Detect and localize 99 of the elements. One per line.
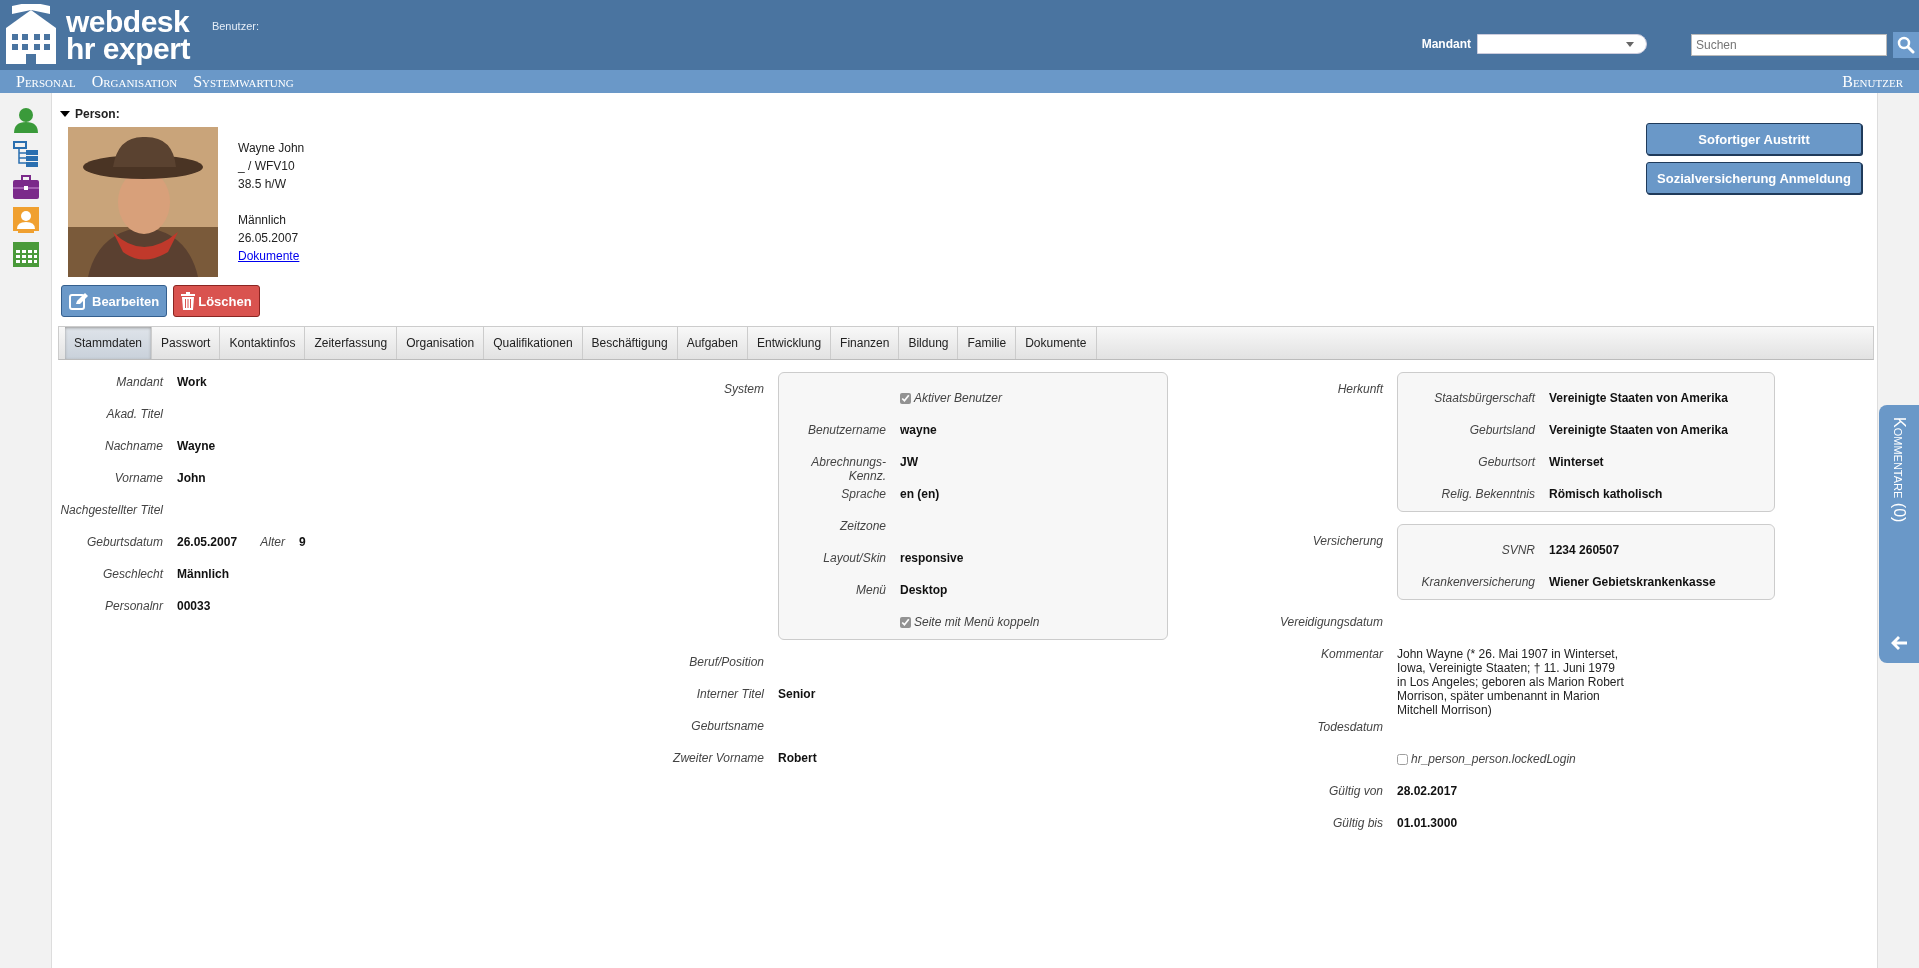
field-value: John <box>177 471 206 485</box>
person-info-text: 26.05.2007 <box>238 230 300 247</box>
field-label: Geburtsland <box>1469 423 1535 437</box>
field-value: Wiener Gebietskrankenkasse <box>1549 575 1716 589</box>
tab[interactable]: Finanzen <box>831 327 900 359</box>
tab[interactable]: Aufgaben <box>677 327 749 359</box>
field-label: Interner Titel <box>696 687 764 701</box>
field-label: Zweiter Vorname <box>673 751 764 765</box>
field-label: Gültig bis <box>1332 816 1383 830</box>
tab[interactable]: Beschäftigung <box>582 327 678 359</box>
field-label: Todesdatum <box>1317 720 1383 734</box>
tab[interactable]: Zeiterfassung <box>305 327 398 359</box>
documents-link[interactable]: Dokumente <box>238 249 300 263</box>
arrow-left-icon <box>1890 635 1908 651</box>
checkbox-label: hr_person_person.lockedLogin <box>1411 752 1576 766</box>
field-label: Benutzername <box>807 423 886 437</box>
field-label: Sprache <box>841 487 886 501</box>
field-label: Geburtsdatum <box>86 535 163 549</box>
briefcase-icon[interactable] <box>12 175 39 199</box>
hierarchy-icon[interactable] <box>12 141 39 167</box>
field-value: 28.02.2017 <box>1397 784 1458 798</box>
field-value: Winterset <box>1549 455 1604 469</box>
expanded-caret-icon[interactable] <box>60 111 70 117</box>
field-label: Gültig von <box>1328 784 1383 798</box>
field-label: Vorname <box>114 471 163 485</box>
field-value: Vereinigte Staaten von Amerika <box>1549 423 1728 437</box>
field-value: responsive <box>900 551 964 565</box>
tab[interactable]: Kontaktinfos <box>220 327 306 359</box>
field-label: Nachgestellter Titel <box>60 503 163 517</box>
field-value: Vereinigte Staaten von Amerika <box>1549 391 1728 405</box>
tab[interactable]: Stammdaten <box>65 327 153 359</box>
field-value: 26.05.2007 <box>177 535 239 549</box>
field-value: Römisch katholisch <box>1549 487 1663 501</box>
field-value: 01.01.3000 <box>1397 816 1458 830</box>
delete-button[interactable]: Löschen <box>173 285 260 317</box>
person-info-text: Wayne John <box>238 140 305 157</box>
tab[interactable]: Dokumente <box>1016 327 1097 359</box>
checkbox[interactable] <box>900 616 911 628</box>
calendar-icon[interactable] <box>12 241 39 267</box>
field-label: Alter <box>259 535 285 549</box>
checkbox-label: Seite mit Menü koppeln <box>914 615 1040 629</box>
field-label: Zeitzone <box>839 519 886 533</box>
search-icon <box>1897 36 1915 54</box>
field-label: Krankenversicherung <box>1421 575 1535 589</box>
person-info-text: Männlich <box>238 212 288 229</box>
logo-text: webdesk <box>66 8 190 35</box>
field-label: Menü <box>855 583 886 597</box>
trash-icon <box>181 292 196 310</box>
pencil-icon <box>69 292 89 310</box>
field-label: Geschlecht <box>102 567 163 581</box>
field-label: Akad. Titel <box>106 407 163 421</box>
checkbox[interactable] <box>900 392 911 404</box>
field-value: Desktop <box>900 583 948 597</box>
group-label: Herkunft <box>1337 382 1383 396</box>
tab[interactable]: Familie <box>958 327 1017 359</box>
comment-text: John Wayne (* 26. Mai 1907 in Winterset, Iowa, Vereinigte Staaten; † 11. Juni 1979 in Los Angeles; geboren als Marion Robert Morrison, später umbenannt in Marion Mitchell Morrison) <box>1397 647 1625 717</box>
field-value: en (en) <box>900 487 940 501</box>
checkbox[interactable] <box>1397 753 1408 765</box>
field-label: Staatsbürgerschaft <box>1434 391 1535 405</box>
field-value: 9 <box>299 535 306 549</box>
field-label: Geburtsname <box>691 719 764 733</box>
field-label: Vereidigungsdatum <box>1280 615 1383 629</box>
field-label: Kommentar <box>1320 647 1383 661</box>
field-label: Beruf/Position <box>689 655 764 669</box>
group-label: Versicherung <box>1312 534 1383 548</box>
search-button[interactable] <box>1893 32 1919 58</box>
group-label: System <box>724 382 764 396</box>
person-info-text: _ / WFV10 <box>238 158 296 175</box>
person-icon[interactable] <box>12 107 39 133</box>
field-label: Personalnr <box>104 599 163 613</box>
field-label: Relig. Bekenntnis <box>1441 487 1535 501</box>
tab[interactable]: Bildung <box>899 327 959 359</box>
user-card-icon[interactable] <box>12 207 39 233</box>
field-value: Senior <box>778 687 816 701</box>
field-label: Layout/Skin <box>823 551 886 565</box>
field-value: 1234 260507 <box>1549 543 1620 557</box>
tab[interactable]: Entwicklung <box>748 327 832 359</box>
person-info-text: 38.5 h/W <box>238 176 288 193</box>
field-value: wayne <box>900 423 937 437</box>
field-value: Männlich <box>177 567 229 581</box>
field-label: SVNR <box>1501 543 1535 557</box>
section-heading: Person: <box>75 107 120 121</box>
search-field[interactable]: Suchen <box>1691 34 1887 56</box>
field-value: Wayne <box>177 439 216 453</box>
field-label: Mandant <box>116 375 163 389</box>
field-value: JW <box>900 455 918 469</box>
user-label: Benutzer: <box>211 20 259 34</box>
field-value: Work <box>177 375 207 389</box>
mandant-dropdown[interactable] <box>1477 34 1647 54</box>
tab[interactable]: Organisation <box>397 327 485 359</box>
field-label: Geburtsort <box>1478 455 1535 469</box>
field-value: Robert <box>778 751 817 765</box>
field-label: Abrechnungs-Kennz. <box>811 455 886 483</box>
tab[interactable]: Qualifikationen <box>484 327 583 359</box>
mandant-label: Mandant <box>1421 37 1471 51</box>
field-label: Nachname <box>104 439 163 453</box>
tab[interactable]: Passwort <box>152 327 221 359</box>
checkbox-label: Aktiver Benutzer <box>914 391 1003 405</box>
field-value: 00033 <box>177 599 211 613</box>
